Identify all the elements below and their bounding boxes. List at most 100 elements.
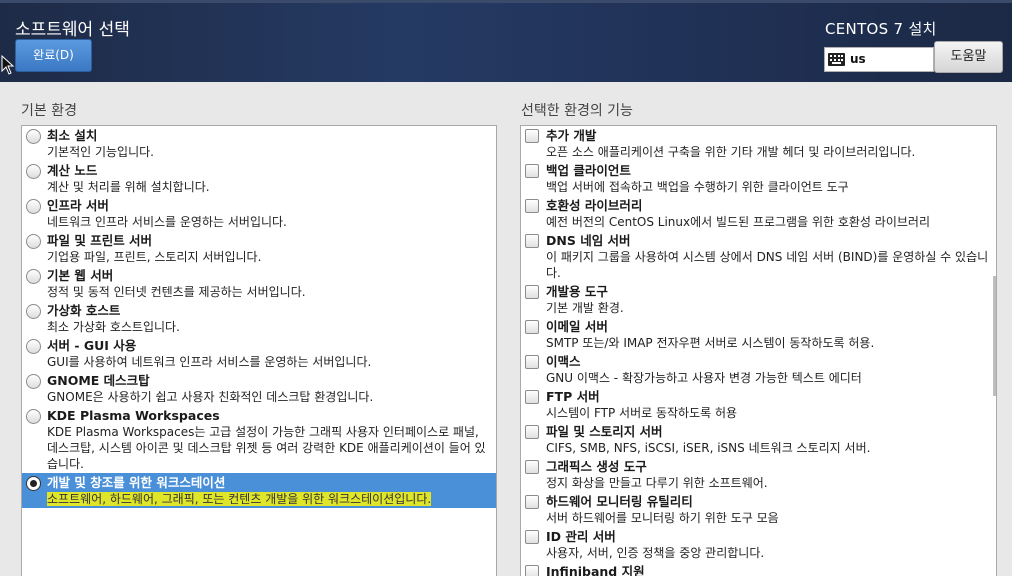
addon-item-description: 예전 버전의 CentOS Linux에서 빌드된 프로그램을 위한 호환성 라…	[546, 215, 930, 229]
environment-item-description: 소프트웨어, 하드웨어, 그래픽, 또는 컨텐츠 개발을 위한 워크스테이션입니…	[47, 491, 492, 507]
radio-button[interactable]	[26, 129, 41, 144]
radio-button[interactable]	[26, 164, 41, 179]
addon-item[interactable]: 백업 클라이언트백업 서버에 접속하고 백업을 수행하기 위한 클라이언트 도구	[521, 161, 996, 196]
environment-item-description: GUI를 사용하여 네트워크 인프라 서비스를 운영하는 서버입니다.	[47, 355, 372, 369]
addons-list: 추가 개발오픈 소스 애플리케이션 구축을 위한 기타 개발 헤더 및 라이브러…	[520, 125, 997, 576]
header-bar: 소프트웨어 선택 완료(D) CENTOS 7 설치 us 도움말	[0, 0, 1012, 82]
checkbox[interactable]	[525, 164, 539, 178]
checkbox[interactable]	[525, 355, 539, 369]
checkbox[interactable]	[525, 530, 539, 544]
environment-item-description: 기업용 파일, 프린트, 스토리지 서버입니다.	[47, 250, 262, 264]
environment-item[interactable]: KDE Plasma Workspaces KDE Plasma Workspac…	[22, 406, 496, 473]
addon-item-title: 이메일 서버	[546, 319, 608, 334]
scrollbar-thumb[interactable]	[993, 276, 996, 396]
addon-item[interactable]: 이맥스 GNU 이맥스 - 확장가능하고 사용자 변경 가능한 텍스트 에디터	[521, 352, 996, 387]
checkbox[interactable]	[525, 129, 539, 143]
addon-item-title: DNS 네임 서버	[546, 233, 631, 248]
addon-item-title: FTP 서버	[546, 389, 600, 404]
addon-item-title: 그래픽스 생성 도구	[546, 459, 647, 474]
checkbox[interactable]	[525, 460, 539, 474]
addon-item[interactable]: DNS 네임 서버이 패키지 그룹을 사용하여 시스템 상에서 DNS 네임 서…	[521, 231, 996, 282]
environment-item-description: 네트워크 인프라 서비스를 운영하는 서버입니다.	[47, 215, 287, 229]
environment-item[interactable]: GNOME 데스크탑 GNOME은 사용하기 쉽고 사용자 친화적인 데스크탑 환…	[22, 371, 496, 406]
environment-item[interactable]: 최소 설치기본적인 기능입니다.	[22, 126, 496, 161]
page-title: 소프트웨어 선택	[15, 20, 130, 40]
base-environment-list: 최소 설치 기본적인 기능입니다. 계산 노드 계산 및 처리를 위해 설치합니다. 인…	[21, 125, 497, 576]
checkbox[interactable]	[525, 425, 539, 439]
addon-item-description: 이 패키지 그룹을 사용하여 시스템 상에서 DNS 네임 서버 (BIND)를…	[546, 250, 989, 280]
addon-item-description: 기본 개발 환경.	[546, 301, 624, 315]
environment-item[interactable]: 개발 및 창조를 위한 워크스테이션소프트웨어, 하드웨어, 그래픽, 또는 컨…	[22, 473, 496, 508]
product-title: CENTOS 7 설치	[825, 20, 937, 38]
environment-item[interactable]: 가상화 호스트최소 가상화 호스트입니다.	[22, 301, 496, 336]
environment-item-title: 기본 웹 서버	[47, 268, 114, 283]
checkbox[interactable]	[525, 565, 539, 576]
radio-button[interactable]	[26, 476, 41, 491]
environment-item-title: 개발 및 창조를 위한 워크스테이션	[47, 475, 226, 490]
addon-item[interactable]: ID 관리 서버 사용자, 서버, 인증 정책을 중앙 관리합니다.	[521, 527, 996, 562]
environment-item-title: 서버 - GUI 사용	[47, 338, 137, 353]
environment-item-title: 계산 노드	[47, 163, 98, 178]
environment-item[interactable]: 기본 웹 서버정적 및 동적 인터넷 컨텐츠를 제공하는 서버입니다.	[22, 266, 496, 301]
radio-button[interactable]	[26, 409, 41, 424]
environment-item-title: 최소 설치	[47, 128, 98, 143]
addon-item-description: 시스템이 FTP 서버로 동작하도록 허용	[546, 406, 738, 420]
environment-item-title: 파일 및 프린트 서버	[47, 233, 153, 248]
radio-button[interactable]	[26, 234, 41, 249]
environment-item-description: 정적 및 동적 인터넷 컨텐츠를 제공하는 서버입니다.	[47, 285, 306, 299]
addon-item[interactable]: 호환성 라이브러리 예전 버전의 CentOS Linux에서 빌드된 프로그램을…	[521, 196, 996, 231]
environment-item-title: GNOME 데스크탑	[47, 373, 150, 388]
radio-button[interactable]	[26, 304, 41, 319]
addon-item-title: 하드웨어 모니터링 유틸리티	[546, 494, 693, 509]
addon-item[interactable]: 추가 개발오픈 소스 애플리케이션 구축을 위한 기타 개발 헤더 및 라이브러…	[521, 126, 996, 161]
keyboard-layout-indicator[interactable]: us	[824, 47, 934, 72]
addon-item-description: 오픈 소스 애플리케이션 구축을 위한 기타 개발 헤더 및 라이브러리입니다.	[546, 145, 916, 159]
addon-item-title: Infiniband 지원	[546, 564, 645, 576]
radio-button[interactable]	[26, 374, 41, 389]
radio-button[interactable]	[26, 199, 41, 214]
checkbox[interactable]	[525, 285, 539, 299]
addon-item-description: 서버 하드웨어를 모니터링 하기 위한 도구 모음	[546, 511, 779, 525]
keyboard-icon	[828, 53, 845, 66]
mouse-cursor-icon	[1, 55, 15, 75]
addon-item[interactable]: 개발용 도구기본 개발 환경.	[521, 282, 996, 317]
environment-item[interactable]: 서버 - GUI 사용 GUI를 사용하여 네트워크 인프라 서비스를 운영하는 …	[22, 336, 496, 371]
addon-item-description: 백업 서버에 접속하고 백업을 수행하기 위한 클라이언트 도구	[546, 180, 849, 194]
addon-item[interactable]: 파일 및 스토리지 서버 CIFS, SMB, NFS, iSCSI, iSER,…	[521, 422, 996, 457]
environment-item-description: 계산 및 처리를 위해 설치합니다.	[47, 180, 210, 194]
highlight-mark: 소프트웨어, 하드웨어, 그래픽, 또는 컨텐츠 개발을 위한 워크스테이션입니…	[47, 492, 432, 506]
addon-item-title: 개발용 도구	[546, 284, 608, 299]
keyboard-layout-label: us	[850, 52, 866, 66]
radio-button[interactable]	[26, 269, 41, 284]
environment-item[interactable]: 계산 노드계산 및 처리를 위해 설치합니다.	[22, 161, 496, 196]
checkbox[interactable]	[525, 495, 539, 509]
addon-item-title: 추가 개발	[546, 128, 597, 143]
addon-item-description: 사용자, 서버, 인증 정책을 중앙 관리합니다.	[546, 546, 765, 560]
radio-button[interactable]	[26, 339, 41, 354]
addon-item[interactable]: FTP 서버시스템이 FTP 서버로 동작하도록 허용	[521, 387, 996, 422]
base-environment-heading: 기본 환경	[21, 103, 77, 119]
addon-item-description: SMTP 또는/와 IMAP 전자우편 서버로 시스템이 동작하도록 허용.	[546, 336, 875, 350]
done-button[interactable]: 완료(D)	[15, 39, 92, 72]
environment-item-title: 인프라 서버	[47, 198, 109, 213]
addon-item-description: CIFS, SMB, NFS, iSCSI, iSER, iSNS 네트워크 스…	[546, 441, 871, 455]
help-button[interactable]: 도움말	[934, 41, 1003, 73]
addon-item-title: 이맥스	[546, 354, 581, 369]
checkbox[interactable]	[525, 199, 539, 213]
environment-item[interactable]: 인프라 서버네트워크 인프라 서비스를 운영하는 서버입니다.	[22, 196, 496, 231]
addon-item[interactable]: 이메일 서버 SMTP 또는/와 IMAP 전자우편 서버로 시스템이 동작하도록…	[521, 317, 996, 352]
addon-item-description: GNU 이맥스 - 확장가능하고 사용자 변경 가능한 텍스트 에디터	[546, 371, 862, 385]
addons-heading: 선택한 환경의 기능	[521, 103, 633, 119]
addon-item-description: 정지 화상을 만들고 다루기 위한 소프트웨어.	[546, 476, 768, 490]
environment-item[interactable]: 파일 및 프린트 서버기업용 파일, 프린트, 스토리지 서버입니다.	[22, 231, 496, 266]
addon-item[interactable]: 그래픽스 생성 도구정지 화상을 만들고 다루기 위한 소프트웨어.	[521, 457, 996, 492]
environment-item-description: 기본적인 기능입니다.	[47, 145, 154, 159]
addon-item[interactable]: Infiniband 지원	[521, 562, 996, 576]
addon-item[interactable]: 하드웨어 모니터링 유틸리티서버 하드웨어를 모니터링 하기 위한 도구 모음	[521, 492, 996, 527]
checkbox[interactable]	[525, 390, 539, 404]
checkbox[interactable]	[525, 320, 539, 334]
addon-item-title: 백업 클라이언트	[546, 163, 631, 178]
checkbox[interactable]	[525, 234, 539, 248]
environment-item-description: 최소 가상화 호스트입니다.	[47, 320, 180, 334]
environment-item-title: 가상화 호스트	[47, 303, 121, 318]
